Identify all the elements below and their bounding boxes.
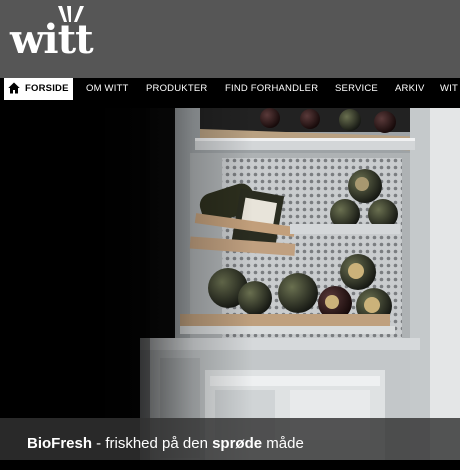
wine-fridge-photo — [0, 108, 460, 460]
nav-item-service[interactable]: SERVICE — [335, 78, 378, 100]
nav-item-overflow[interactable]: WIT — [440, 78, 458, 100]
caption-text-part: - friskhed på den — [92, 435, 213, 452]
caption-text-part: måde — [262, 435, 304, 452]
nav-item-produkter[interactable]: PRODUKTER — [146, 78, 207, 100]
nav-item-forside[interactable]: FORSIDE — [4, 78, 73, 100]
hero-caption: BioFresh - friskhed på den sprøde måde — [0, 418, 460, 460]
hero-image[interactable] — [0, 108, 460, 460]
caption-brand: BioFresh — [27, 435, 93, 452]
nav-item-om-witt[interactable]: OM WITT — [86, 78, 129, 100]
nav-item-find-forhandler[interactable]: FIND FORHANDLER — [225, 78, 318, 100]
nav-item-arkiv[interactable]: ARKIV — [395, 78, 425, 100]
nav-label: FORSIDE — [25, 83, 69, 94]
witt-logo[interactable]: witt — [10, 4, 122, 63]
caption-highlight: sprøde — [212, 435, 263, 452]
caption-text: BioFresh - friskhed på den sprøde måde — [27, 418, 304, 470]
site-header: witt — [0, 0, 460, 78]
main-navigation: FORSIDE OM WITT PRODUKTER FIND FORHANDLE… — [0, 78, 460, 100]
home-icon — [8, 82, 20, 94]
logo-wordmark: witt — [10, 16, 94, 63]
